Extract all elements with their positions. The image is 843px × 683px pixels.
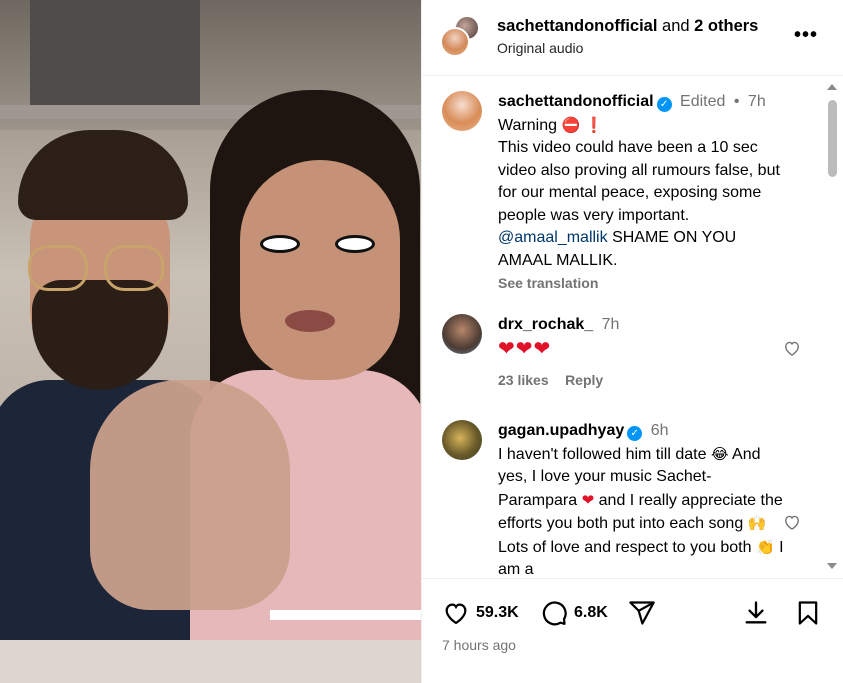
reply-button[interactable]: Reply — [565, 372, 603, 388]
comment-text: I haven't followed him till date 😂 And y… — [498, 444, 784, 578]
mention-link[interactable]: @amaal_mallik — [498, 229, 608, 246]
avatar[interactable] — [442, 91, 482, 131]
download-icon — [745, 601, 767, 624]
raised-hands-emoji-icon: 🙌 — [747, 514, 767, 532]
reel-video[interactable] — [0, 0, 421, 683]
send-icon — [629, 601, 655, 625]
post-authors: sachettandonofficial and 2 others — [497, 17, 758, 36]
save-button[interactable] — [794, 599, 822, 627]
caption-warning: Warning — [498, 116, 557, 134]
others-link[interactable]: 2 others — [694, 17, 758, 35]
heart-icon — [445, 603, 467, 625]
edited-label: Edited — [680, 93, 726, 110]
comments-list[interactable]: sachettandonofficial ✓ Edited • 7h Warnin… — [422, 77, 843, 577]
audio-link[interactable]: Original audio — [497, 40, 583, 56]
verified-icon: ✓ — [627, 426, 643, 441]
clap-emoji-icon: 👏 — [755, 537, 775, 556]
like-comment-heart-icon[interactable] — [782, 338, 802, 358]
and-text: and — [662, 17, 690, 35]
share-button[interactable] — [628, 599, 656, 627]
video-table — [0, 640, 421, 683]
like-comment-heart-icon[interactable] — [782, 512, 802, 532]
post-side-panel: sachettandonofficial and 2 others Origin… — [421, 0, 843, 683]
post-timestamp[interactable]: 7 hours ago — [442, 637, 516, 653]
like-count[interactable]: 59.3K — [476, 604, 519, 622]
caption-text: This video could have been a 10 sec vide… — [498, 139, 780, 224]
separator-dot: • — [733, 93, 740, 110]
post-header: sachettandonofficial and 2 others Origin… — [422, 0, 843, 76]
like-button[interactable]: 59.3K — [442, 599, 519, 627]
see-translation-button[interactable]: See translation — [498, 272, 788, 295]
more-options-icon[interactable]: ••• — [794, 25, 818, 45]
comment-time[interactable]: 7h — [602, 316, 620, 333]
collab-avatars[interactable] — [440, 15, 480, 57]
comment-username[interactable]: drx_rochak_ — [498, 316, 593, 333]
comment-likes[interactable]: 23 likes — [498, 372, 549, 388]
bookmark-icon — [798, 601, 818, 625]
red-heart-emoji-icon: ❤ — [581, 490, 595, 509]
avatar — [440, 27, 470, 57]
comment-count[interactable]: 6.8K — [574, 604, 608, 622]
comment-text: ❤❤❤ — [498, 335, 552, 360]
joy-emoji-icon: 😂 — [710, 444, 729, 463]
comment-username[interactable]: gagan.upadhyay — [498, 422, 624, 439]
download-button[interactable] — [742, 599, 770, 627]
scroll-down-arrow-icon[interactable] — [827, 563, 837, 569]
no-entry-icon: ⛔ ❗ — [561, 115, 604, 134]
comment-button[interactable]: 6.8K — [540, 599, 608, 627]
video-background-shelf — [30, 0, 200, 108]
comment-time[interactable]: 6h — [651, 422, 669, 439]
scroll-up-arrow-icon[interactable] — [827, 84, 837, 90]
author-username[interactable]: sachettandonofficial — [497, 17, 657, 35]
caption-username[interactable]: sachettandonofficial — [498, 93, 654, 110]
caption-time[interactable]: 7h — [748, 93, 766, 110]
post-actions: 59.3K 6.8K 7 hours ago — [422, 578, 843, 683]
avatar[interactable] — [442, 314, 482, 354]
video-hands — [90, 380, 290, 610]
comments-scrollbar[interactable] — [824, 80, 841, 575]
scrollbar-thumb[interactable] — [828, 100, 837, 177]
comment-icon — [542, 601, 567, 626]
avatar[interactable] — [442, 420, 482, 460]
verified-icon: ✓ — [656, 97, 672, 112]
